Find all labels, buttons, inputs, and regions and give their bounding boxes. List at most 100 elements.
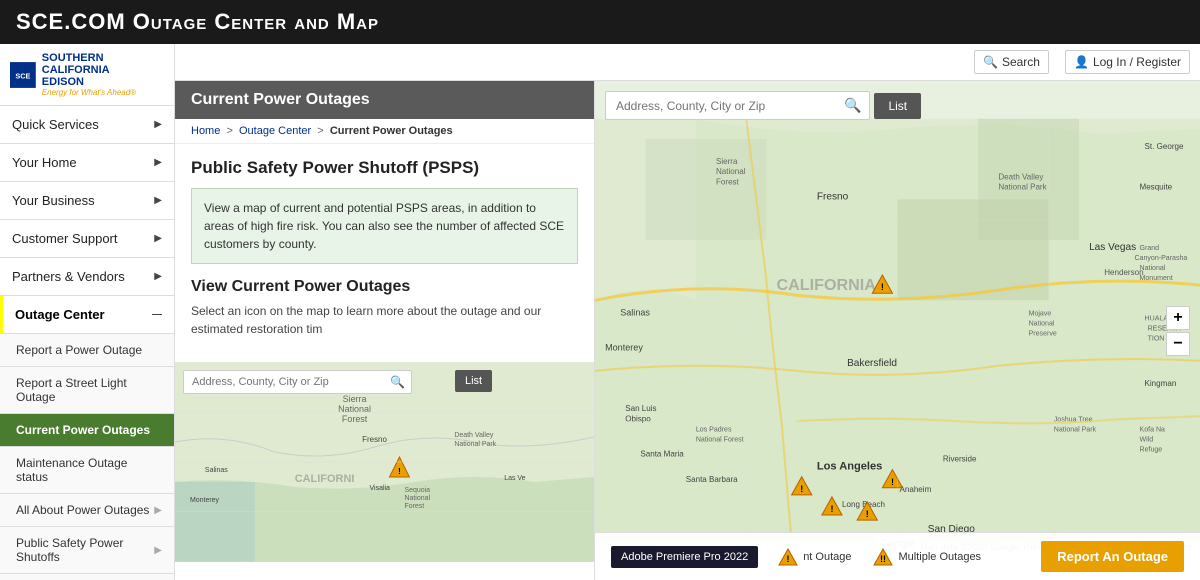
top-bar: 🔍 Search 👤 Log In / Register xyxy=(175,44,1200,81)
sidebar-item-your-business[interactable]: Your Business ▶ xyxy=(0,182,174,220)
sidebar-item-your-home[interactable]: Your Home ▶ xyxy=(0,144,174,182)
bottom-bar: Adobe Premiere Pro 2022 ! nt Outage xyxy=(595,532,1200,580)
svg-text:Kofa Na: Kofa Na xyxy=(1140,426,1166,433)
logo-tagline: Energy for What's Ahead® xyxy=(42,88,164,97)
sidebar-item-label: Customer Support xyxy=(12,231,118,246)
sidebar-item-label: Your Business xyxy=(12,193,95,208)
search-label: Search xyxy=(1002,55,1040,69)
sidebar-sub-item-rotating-outages[interactable]: Rotating Outages ▶ xyxy=(0,574,174,580)
svg-text:!: ! xyxy=(787,554,790,564)
sidebar-item-partners-vendors[interactable]: Partners & Vendors ▶ xyxy=(0,258,174,296)
sidebar-item-customer-support[interactable]: Customer Support ▶ xyxy=(0,220,174,258)
svg-text:Forest: Forest xyxy=(342,414,368,424)
svg-text:Monterey: Monterey xyxy=(605,343,643,353)
multiple-outages-label: Multiple Outages xyxy=(899,551,982,563)
single-outage-icon: ! xyxy=(778,548,798,566)
map-search-input[interactable] xyxy=(606,94,836,118)
page-header-title: Current Power Outages xyxy=(191,91,370,108)
chevron-right-icon: ▶ xyxy=(154,271,162,282)
single-outage-legend: ! nt Outage xyxy=(778,548,851,566)
sidebar-logo: SCE SOUTHERN CALIFORNIAEDISON Energy for… xyxy=(0,44,174,106)
breadcrumb: Home > Outage Center > Current Power Out… xyxy=(175,119,594,144)
mini-map-list-button[interactable]: List xyxy=(455,370,492,392)
user-icon: 👤 xyxy=(1074,55,1089,69)
zoom-out-button[interactable]: − xyxy=(1166,332,1190,356)
svg-text:CALIFORNIA: CALIFORNIA xyxy=(777,276,877,294)
svg-text:Riverside: Riverside xyxy=(943,455,977,464)
chevron-right-icon: ▶ xyxy=(154,233,162,244)
title-bar: SCE.COM Outage Center and Map xyxy=(0,0,1200,44)
mini-map-search-button[interactable]: 🔍 xyxy=(384,371,411,393)
single-outage-label: nt Outage xyxy=(803,551,851,563)
breadcrumb-home[interactable]: Home xyxy=(191,125,220,137)
report-outage-button[interactable]: Report An Outage xyxy=(1041,541,1184,572)
svg-text:Refuge: Refuge xyxy=(1140,447,1163,454)
svg-text:National Park: National Park xyxy=(998,182,1047,191)
chevron-right-icon: ▶ xyxy=(154,505,162,516)
map-search-input-wrap: 🔍 xyxy=(605,91,870,120)
left-panel: Current Power Outages Home > Outage Cent… xyxy=(175,81,595,580)
svg-text:!: ! xyxy=(881,282,884,292)
sidebar-sub-item-maintenance-outage[interactable]: Maintenance Outage status xyxy=(0,447,174,494)
sidebar-item-label: Your Home xyxy=(12,155,77,170)
page-header: Current Power Outages xyxy=(175,81,594,119)
svg-text:Las Vegas: Las Vegas xyxy=(1089,242,1136,253)
svg-text:National Park: National Park xyxy=(454,441,496,448)
multiple-outages-legend: !! Multiple Outages xyxy=(872,548,982,566)
svg-text:Preserve: Preserve xyxy=(1029,331,1057,338)
svg-text:Sequoia: Sequoia xyxy=(404,487,430,494)
svg-text:National: National xyxy=(716,167,746,176)
chevron-right-icon: ▶ xyxy=(154,195,162,206)
section1-content: Public Safety Power Shutoff (PSPS) View … xyxy=(175,144,594,362)
svg-text:National: National xyxy=(1029,320,1055,327)
svg-text:!: ! xyxy=(891,477,894,487)
sidebar-sub-item-public-safety-shutoffs[interactable]: Public Safety Power Shutoffs ▶ xyxy=(0,527,174,574)
full-map-svg: Sierra National Forest Fresno Salinas Mo… xyxy=(595,81,1200,580)
map-zoom-controls: + − xyxy=(1166,306,1190,356)
svg-text:National Forest: National Forest xyxy=(696,436,744,443)
svg-text:Joshua Tree: Joshua Tree xyxy=(1054,416,1093,423)
svg-text:Sierra: Sierra xyxy=(716,157,738,166)
map-list-button[interactable]: List xyxy=(874,93,921,119)
svg-text:Monument: Monument xyxy=(1140,275,1173,282)
sidebar-sub-label: Report a Street Light Outage xyxy=(16,376,162,404)
login-button[interactable]: 👤 Log In / Register xyxy=(1065,50,1190,74)
map-search-button[interactable]: 🔍 xyxy=(836,92,869,119)
sidebar-item-outage-center[interactable]: Outage Center — xyxy=(0,296,174,334)
section2-title: View Current Power Outages xyxy=(191,278,578,296)
search-icon: 🔍 xyxy=(983,55,998,69)
dash-icon: — xyxy=(152,309,162,320)
sidebar-sub-label: Public Safety Power Shutoffs xyxy=(16,536,154,564)
svg-text:Anaheim: Anaheim xyxy=(900,485,932,494)
svg-text:Los Angeles: Los Angeles xyxy=(817,461,882,473)
svg-text:!: ! xyxy=(830,504,833,514)
zoom-in-button[interactable]: + xyxy=(1166,306,1190,330)
svg-text:Salinas: Salinas xyxy=(205,467,228,474)
sidebar-sub-item-report-power-outage[interactable]: Report a Power Outage xyxy=(0,334,174,367)
sce-logo-icon: SCE xyxy=(10,61,36,89)
svg-text:Santa Maria: Santa Maria xyxy=(640,450,684,459)
premiere-badge: Adobe Premiere Pro 2022 xyxy=(611,546,758,568)
content-area: 🔍 Search 👤 Log In / Register Current Pow… xyxy=(175,44,1200,580)
sidebar-sub-label: Report a Power Outage xyxy=(16,343,142,357)
svg-text:Henderson: Henderson xyxy=(1104,268,1143,277)
svg-text:TION: TION xyxy=(1148,336,1165,343)
breadcrumb-current: Current Power Outages xyxy=(330,125,453,137)
svg-text:!!: !! xyxy=(880,554,886,564)
section1-title: Public Safety Power Shutoff (PSPS) xyxy=(191,158,578,178)
sidebar-sub-item-all-about-outages[interactable]: All About Power Outages ▶ xyxy=(0,494,174,527)
sidebar-item-quick-services[interactable]: Quick Services ▶ xyxy=(0,106,174,144)
section2-desc: Select an icon on the map to learn more … xyxy=(191,302,578,338)
svg-text:Fresno: Fresno xyxy=(817,191,849,202)
sidebar-sub-item-report-street-light[interactable]: Report a Street Light Outage xyxy=(0,367,174,414)
chevron-right-icon: ▶ xyxy=(154,157,162,168)
svg-text:Las Ve: Las Ve xyxy=(504,475,525,482)
search-button[interactable]: 🔍 Search xyxy=(974,50,1049,74)
sidebar-sub-item-current-power-outages[interactable]: Current Power Outages xyxy=(0,414,174,447)
mini-map-search-input[interactable] xyxy=(184,372,384,392)
svg-text:Canyon-Parasha: Canyon-Parasha xyxy=(1134,255,1187,262)
report-outage-label: Report An Outage xyxy=(1057,549,1168,564)
sidebar-item-label: Quick Services xyxy=(12,117,99,132)
svg-text:Visalia: Visalia xyxy=(370,485,391,492)
breadcrumb-outage-center[interactable]: Outage Center xyxy=(239,125,311,137)
